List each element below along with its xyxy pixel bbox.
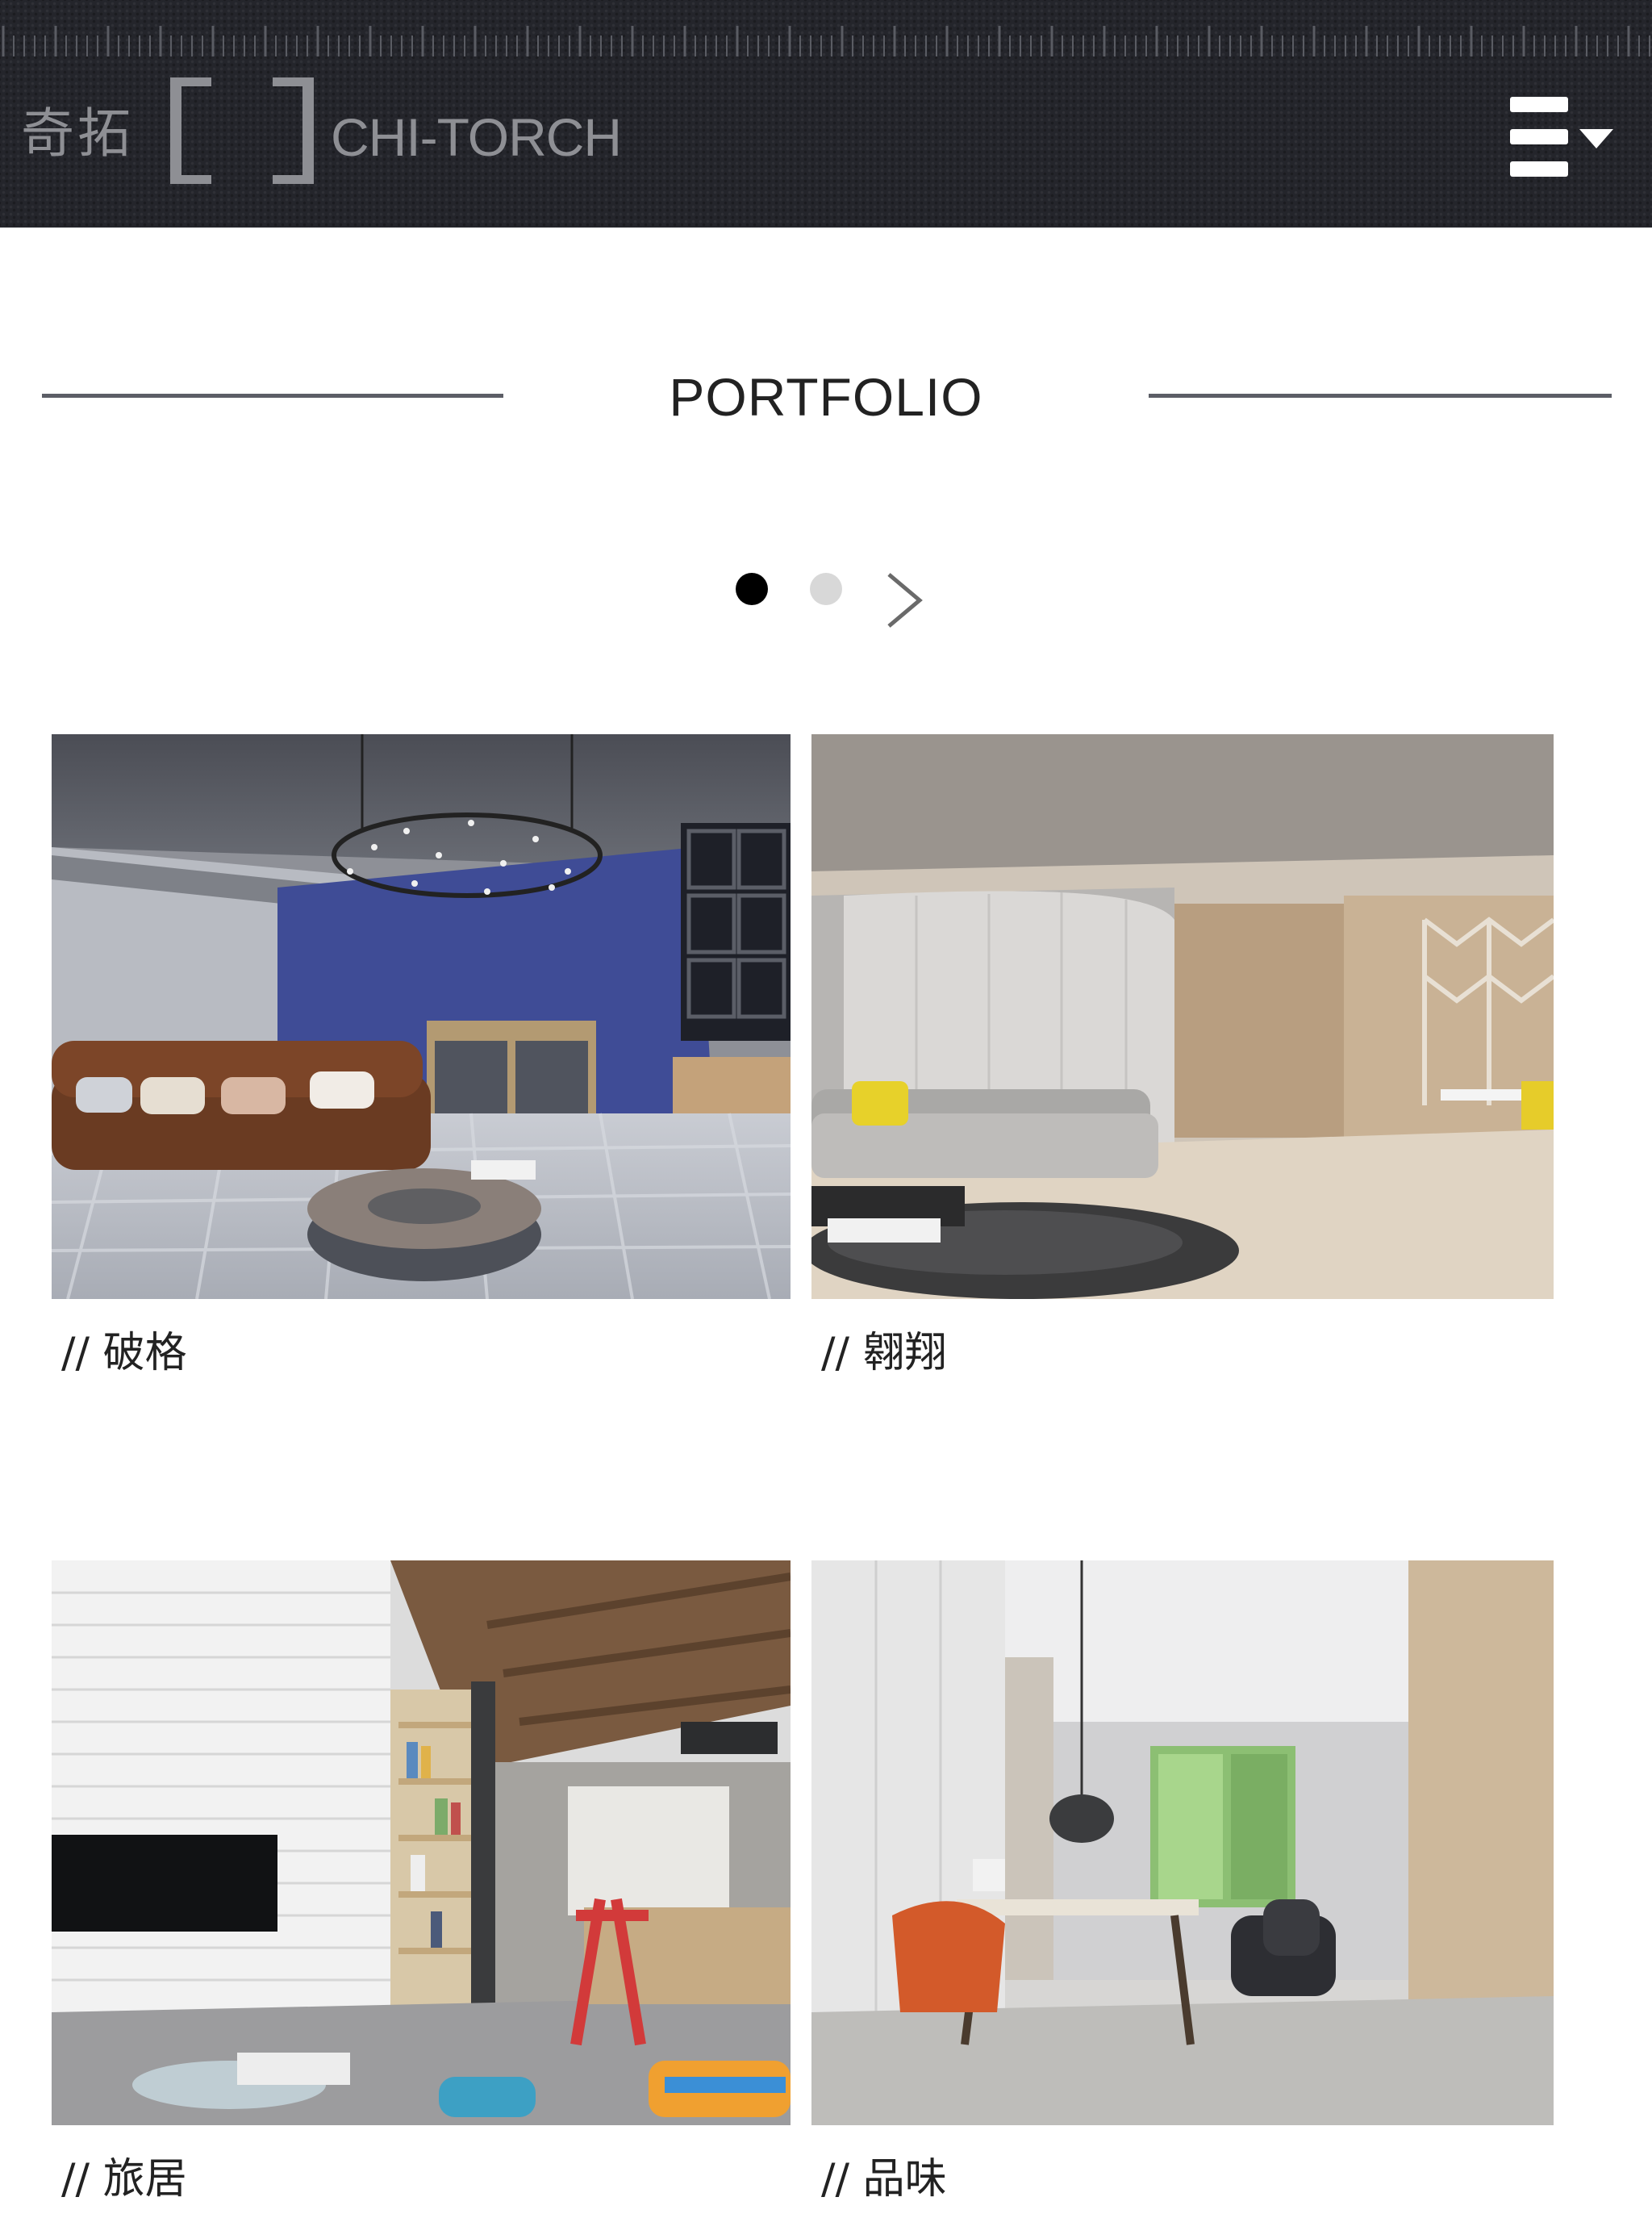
portfolio-image[interactable] (811, 734, 1554, 1299)
portfolio-card-lvju[interactable]: // 旅居 (52, 1560, 791, 2206)
carousel-pager (726, 563, 936, 636)
site-logo[interactable]: 奇拓 CHI-TORCH (21, 77, 634, 187)
logo-bracket-mark (170, 77, 314, 184)
caret-down-icon (1579, 129, 1613, 148)
section-heading: PORTFOLIO (0, 347, 1652, 444)
portfolio-card-pouge[interactable]: // 破格 (52, 734, 791, 1396)
title-divider-left (42, 394, 503, 398)
portfolio-image[interactable] (52, 734, 791, 1299)
title-divider-right (1149, 394, 1612, 398)
portfolio-image[interactable] (811, 1560, 1554, 2125)
logo-english-text: CHI-TORCH (331, 107, 622, 167)
portfolio-caption[interactable]: // 旅居 (61, 2153, 187, 2206)
pager-dot-1[interactable] (736, 573, 768, 605)
portfolio-card-pinwei[interactable]: // 品味 (811, 1560, 1554, 2206)
site-header: 奇拓 CHI-TORCH (0, 0, 1652, 228)
portfolio-caption[interactable]: // 品味 (821, 2153, 947, 2206)
hamburger-menu-icon (1510, 97, 1568, 178)
menu-button[interactable] (1510, 97, 1615, 178)
logo-chinese-text: 奇拓 (21, 102, 134, 165)
page-title: PORTFOLIO (669, 367, 983, 427)
portfolio-image[interactable] (52, 1560, 791, 2125)
chevron-right-icon[interactable] (879, 570, 928, 631)
pager-dot-2[interactable] (810, 573, 842, 605)
portfolio-caption[interactable]: // 翱翔 (821, 1326, 947, 1380)
ruler-decoration (2, 26, 1650, 56)
portfolio-card-aoxiang[interactable]: // 翱翔 (811, 734, 1554, 1396)
portfolio-caption[interactable]: // 破格 (61, 1326, 187, 1380)
